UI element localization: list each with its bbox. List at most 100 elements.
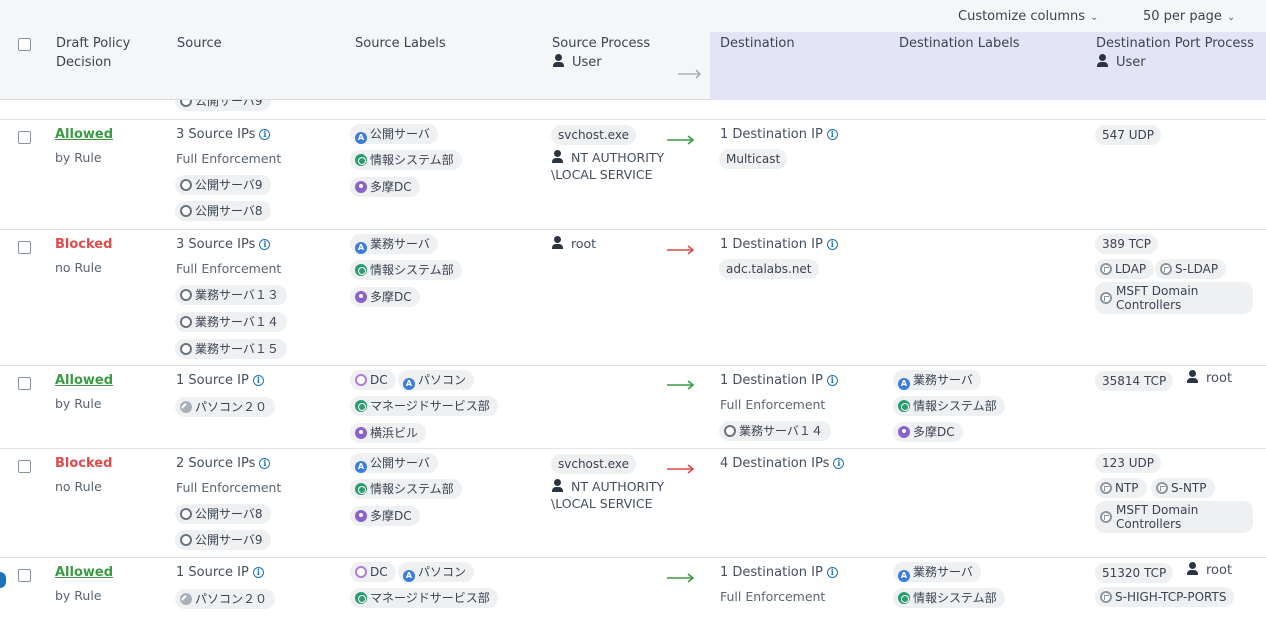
table-row[interactable]: Blocked no Rule 3 Source IPs i Full Enfor… <box>0 231 1266 366</box>
decision-blocked: Blocked <box>55 237 113 252</box>
service-chip[interactable]: MSFT Domain Controllers <box>1095 501 1253 533</box>
table-row[interactable]: Allowed by Rule 1 Source IP i パソコン２０ DC A… <box>0 559 1266 617</box>
destination-tag-chip[interactable]: adc.talabs.net <box>719 259 819 279</box>
label-chip-location[interactable]: 多摩DC <box>350 506 420 526</box>
service-chip[interactable]: NTP <box>1095 478 1147 498</box>
info-icon[interactable]: i <box>252 567 264 578</box>
label-chip-role[interactable]: A 公開サーバ <box>350 453 438 473</box>
info-icon[interactable]: i <box>826 375 838 386</box>
label-chip-location[interactable]: 多摩DC <box>350 177 420 197</box>
row-checkbox[interactable] <box>18 377 31 390</box>
port-chip[interactable]: 389 TCP <box>1095 234 1158 254</box>
label-chip-role[interactable]: A 公開サーバ <box>350 124 438 144</box>
table-row[interactable]: Allowed by Rule 1 Source IP i パソコン２０ DC A… <box>0 367 1266 449</box>
workload-chip[interactable]: パソコン２０ <box>175 397 276 417</box>
info-icon[interactable]: i <box>259 458 271 469</box>
user-icon <box>1186 370 1200 384</box>
info-icon[interactable]: i <box>259 129 271 140</box>
source-enforcement: Full Enforcement <box>176 480 282 495</box>
column-header-source-process[interactable]: Source Process <box>552 34 650 53</box>
source-count[interactable]: 3 Source IPs i <box>176 237 271 252</box>
workload-chip[interactable]: 公開サーバ9 <box>175 175 271 195</box>
label-chip-role[interactable]: A 業務サーバ <box>350 234 438 254</box>
row-checkbox[interactable] <box>18 131 31 144</box>
destination-count[interactable]: 4 Destination IPs i <box>720 456 845 471</box>
decision-allowed-link[interactable]: Allowed <box>55 565 113 580</box>
row-checkbox[interactable] <box>18 241 31 254</box>
decision-allowed-link[interactable]: Allowed <box>55 373 113 388</box>
customize-columns-button[interactable]: Customize columns ⌄ <box>958 9 1098 24</box>
destination-count[interactable]: 1 Destination IP i <box>720 565 838 580</box>
process-chip[interactable]: svchost.exe <box>551 125 636 145</box>
label-chip-role[interactable]: A 業務サーバ <box>893 562 981 582</box>
workload-chip[interactable]: 公開サーバ9 <box>175 530 271 550</box>
port-chip[interactable]: 35814 TCP <box>1095 371 1174 391</box>
info-icon[interactable]: i <box>833 458 845 469</box>
info-icon[interactable]: i <box>259 239 271 250</box>
label-chip-app[interactable]: 情報システム部 <box>350 260 462 280</box>
column-header-destination-labels[interactable]: Destination Labels <box>899 34 1020 53</box>
label-chip-role[interactable]: A 業務サーバ <box>893 370 981 390</box>
port-chip[interactable]: 123 UDP <box>1095 453 1161 473</box>
port-chip[interactable]: 51320 TCP <box>1095 563 1174 583</box>
source-count[interactable]: 1 Source IP i <box>176 565 264 580</box>
destination-user-label: User <box>1116 55 1146 70</box>
source-count[interactable]: 1 Source IP i <box>176 373 264 388</box>
label-chip-app[interactable]: マネージドサービス部 <box>350 588 498 608</box>
column-header-source-labels[interactable]: Source Labels <box>355 34 446 53</box>
source-count[interactable]: 2 Source IPs i <box>176 456 271 471</box>
label-chip-app[interactable]: マネージドサービス部 <box>350 396 498 416</box>
workload-chip[interactable]: 業務サーバ１４ <box>175 312 287 332</box>
workload-chip[interactable]: 業務サーバ１３ <box>175 285 287 305</box>
destination-user: root <box>1186 562 1232 578</box>
row-checkbox[interactable] <box>18 460 31 473</box>
info-icon[interactable]: i <box>826 567 838 578</box>
user-text: root <box>1206 563 1233 578</box>
info-icon[interactable]: i <box>826 239 838 250</box>
table-row[interactable]: Blocked no Rule 2 Source IPs i Full Enfor… <box>0 450 1266 558</box>
column-header-destination[interactable]: Destination <box>720 34 795 53</box>
workload-chip[interactable]: 業務サーバ１５ <box>175 339 287 359</box>
row-checkbox[interactable] <box>18 569 31 582</box>
decision-allowed-link[interactable]: Allowed <box>55 127 113 142</box>
select-all-checkbox[interactable] <box>18 38 31 51</box>
destination-tag-chip[interactable]: Multicast <box>719 149 788 169</box>
column-header-source[interactable]: Source <box>177 34 222 53</box>
workload-chip[interactable]: 業務サーバ１４ <box>719 421 831 441</box>
label-chip-role[interactable]: A パソコン <box>398 562 475 582</box>
label-chip-env[interactable]: DC <box>350 370 396 390</box>
service-chip[interactable]: S-HIGH-TCP-PORTS <box>1095 587 1235 607</box>
workload-chip[interactable]: 公開サーバ8 <box>175 201 271 221</box>
destination-count[interactable]: 1 Destination IP i <box>720 373 838 388</box>
service-chip[interactable]: S-LDAP <box>1155 259 1227 279</box>
label-chip-location[interactable]: 多摩DC <box>350 287 420 307</box>
service-chip[interactable]: S-NTP <box>1151 478 1215 498</box>
source-count-label: 2 Source IPs <box>176 456 256 471</box>
destination-count[interactable]: 1 Destination IP i <box>720 237 838 252</box>
port-chip[interactable]: 547 UDP <box>1095 125 1161 145</box>
workload-chip[interactable]: パソコン２０ <box>175 589 276 609</box>
label-chip-app[interactable]: 情報システム部 <box>350 150 462 170</box>
destination-count[interactable]: 1 Destination IP i <box>720 127 838 142</box>
label-chip-env[interactable]: DC <box>350 562 396 582</box>
info-icon[interactable]: i <box>826 129 838 140</box>
table-row[interactable]: Allowed by Rule 3 Source IPs i Full Enfor… <box>0 121 1266 230</box>
per-page-select[interactable]: 50 per page ⌄ <box>1143 9 1235 24</box>
service-chip[interactable]: LDAP <box>1095 259 1155 279</box>
info-icon[interactable]: i <box>252 375 264 386</box>
label-chip-app[interactable]: 情報システム部 <box>893 588 1005 608</box>
column-header-decision[interactable]: Draft Policy Decision <box>56 34 130 72</box>
label-chip-location[interactable]: 横浜ビル <box>350 423 427 443</box>
service-chip[interactable]: MSFT Domain Controllers <box>1095 282 1253 314</box>
process-chip[interactable]: svchost.exe <box>551 454 636 474</box>
workload-chip[interactable]: 公開サーバ9 <box>175 100 271 111</box>
chip-label: 公開サーバ9 <box>195 100 263 108</box>
source-count[interactable]: 3 Source IPs i <box>176 127 271 142</box>
chip-label: 情報システム部 <box>913 399 997 413</box>
label-chip-location[interactable]: 多摩DC <box>893 422 963 442</box>
label-chip-role[interactable]: A パソコン <box>398 370 475 390</box>
label-chip-app[interactable]: 情報システム部 <box>350 479 462 499</box>
workload-chip[interactable]: 公開サーバ8 <box>175 504 271 524</box>
column-header-destination-port-process[interactable]: Destination Port Process <box>1096 34 1254 53</box>
label-chip-app[interactable]: 情報システム部 <box>893 396 1005 416</box>
